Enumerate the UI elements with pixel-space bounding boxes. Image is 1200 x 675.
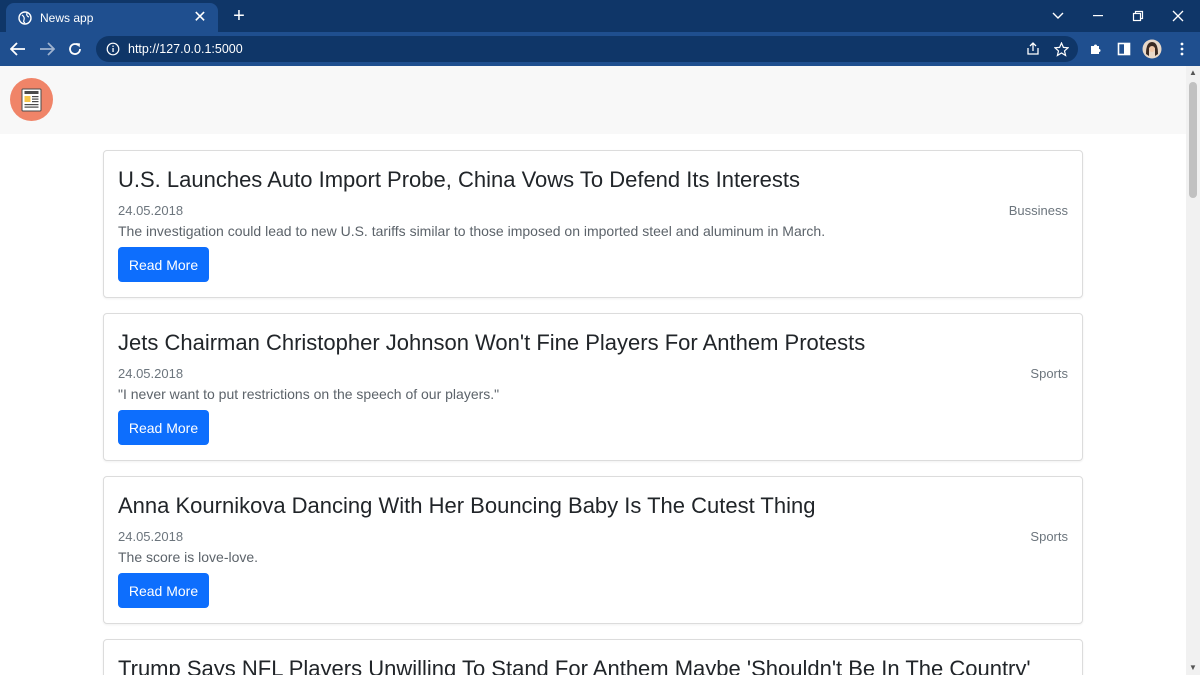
bookmark-star-icon[interactable] bbox=[1049, 37, 1073, 61]
address-bar[interactable]: http://127.0.0.1:5000 bbox=[96, 36, 1078, 62]
scroll-up-arrow-icon[interactable]: ▲ bbox=[1186, 66, 1200, 80]
minimize-icon[interactable] bbox=[1078, 0, 1118, 32]
article-description: "I never want to put restrictions on the… bbox=[118, 386, 500, 402]
article-date: 24.05.2018 bbox=[118, 366, 184, 381]
url-port: :5000 bbox=[211, 42, 243, 56]
article-date: 24.05.2018 bbox=[118, 529, 184, 544]
article-date: 24.05.2018 bbox=[118, 203, 184, 218]
article-category: Sports bbox=[1030, 529, 1068, 544]
info-icon[interactable] bbox=[106, 42, 120, 56]
new-tab-button[interactable]: + bbox=[228, 5, 250, 27]
read-more-button[interactable]: Read More bbox=[118, 410, 209, 445]
page-scrollbar[interactable]: ▲ ▼ bbox=[1186, 66, 1200, 675]
url-host: http://127.0.0.1 bbox=[128, 42, 212, 56]
close-tab-icon[interactable]: ✕ bbox=[192, 9, 208, 26]
article-title[interactable]: Anna Kournikova Dancing With Her Bouncin… bbox=[118, 493, 815, 519]
article-card: Anna Kournikova Dancing With Her Bouncin… bbox=[103, 476, 1083, 624]
browser-tab-strip: News app ✕ + bbox=[0, 0, 1200, 32]
article-card: U.S. Launches Auto Import Probe, China V… bbox=[103, 150, 1083, 298]
forward-arrow-icon[interactable] bbox=[35, 37, 59, 61]
browser-tab-news-app[interactable]: News app ✕ bbox=[6, 3, 218, 32]
scrollbar-thumb[interactable] bbox=[1189, 82, 1197, 198]
browser-menu-icon[interactable] bbox=[1170, 37, 1194, 61]
read-more-button[interactable]: Read More bbox=[118, 247, 209, 282]
article-category: Bussiness bbox=[1008, 203, 1068, 218]
share-icon[interactable] bbox=[1021, 37, 1045, 61]
article-description: The score is love-love. bbox=[118, 549, 259, 565]
restore-icon[interactable] bbox=[1118, 0, 1158, 32]
profile-avatar[interactable] bbox=[1140, 37, 1164, 61]
article-card: Jets Chairman Christopher Johnson Won't … bbox=[103, 313, 1083, 461]
article-description: The investigation could lead to new U.S.… bbox=[118, 223, 826, 239]
article-title[interactable]: Trump Says NFL Players Unwilling To Stan… bbox=[118, 656, 1031, 675]
site-navbar bbox=[0, 66, 1186, 134]
tab-title: News app bbox=[40, 10, 94, 25]
article-category: Sports bbox=[1030, 366, 1068, 381]
browser-toolbar: http://127.0.0.1:5000 bbox=[0, 32, 1200, 66]
globe-icon bbox=[18, 10, 32, 25]
extensions-puzzle-icon[interactable] bbox=[1084, 37, 1108, 61]
window-close-icon[interactable] bbox=[1158, 0, 1198, 32]
tab-search-icon[interactable] bbox=[1038, 0, 1078, 32]
reload-icon[interactable] bbox=[63, 37, 87, 61]
page-content: U.S. Launches Auto Import Probe, China V… bbox=[0, 66, 1186, 675]
article-title[interactable]: U.S. Launches Auto Import Probe, China V… bbox=[118, 167, 800, 193]
read-more-button[interactable]: Read More bbox=[118, 573, 209, 608]
scroll-down-arrow-icon[interactable]: ▼ bbox=[1186, 661, 1200, 675]
article-card: Trump Says NFL Players Unwilling To Stan… bbox=[103, 639, 1083, 675]
side-panel-icon[interactable] bbox=[1112, 37, 1136, 61]
back-arrow-icon[interactable] bbox=[6, 37, 30, 61]
news-logo-icon[interactable] bbox=[10, 78, 53, 121]
article-title[interactable]: Jets Chairman Christopher Johnson Won't … bbox=[118, 330, 865, 356]
